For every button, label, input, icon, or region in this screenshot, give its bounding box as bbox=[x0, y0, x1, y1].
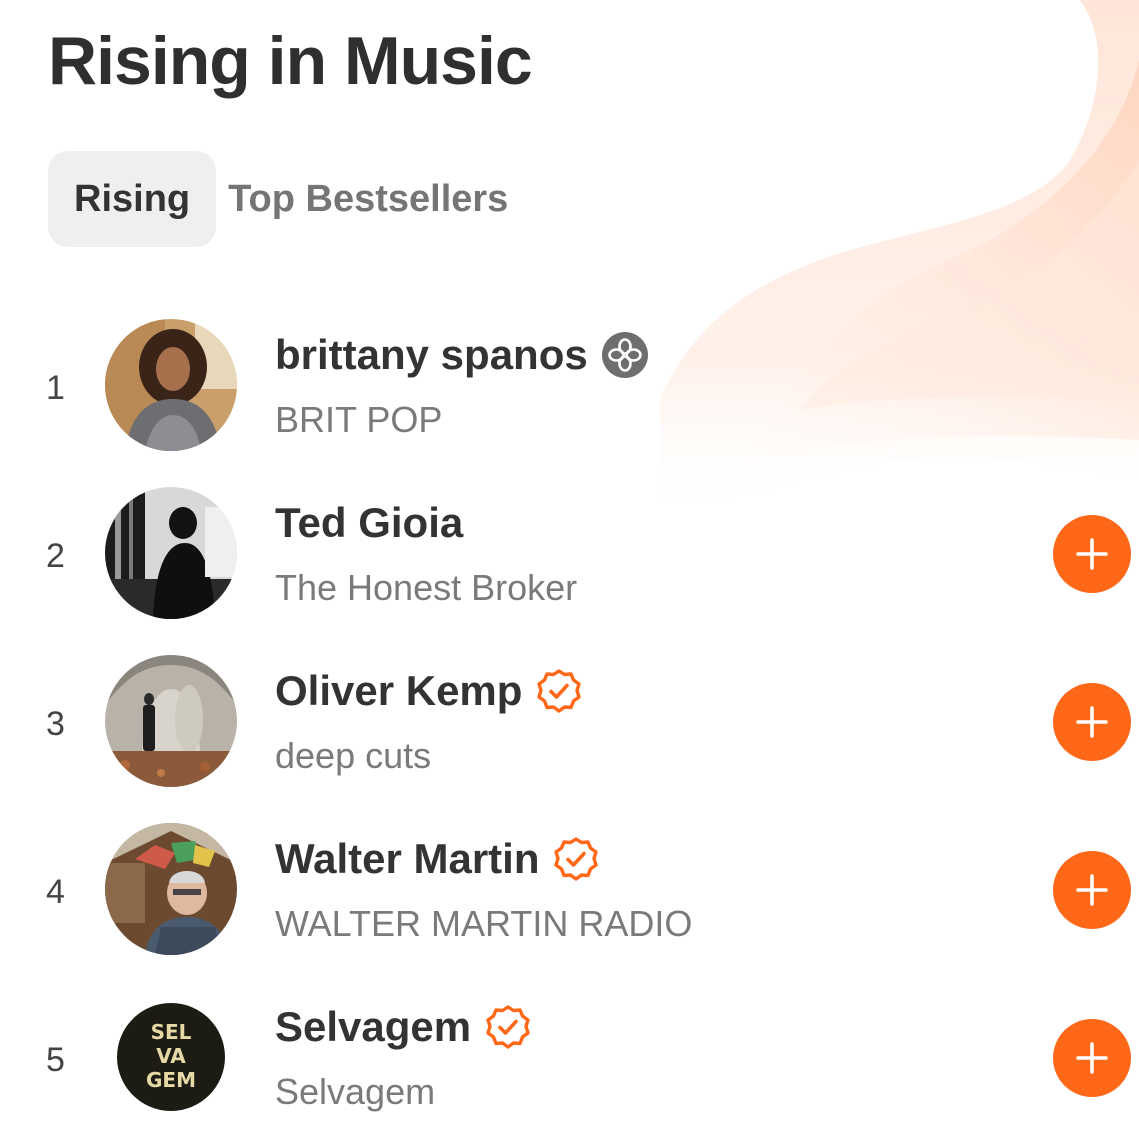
rank-number: 5 bbox=[46, 1041, 65, 1079]
list-item[interactable]: 3 Oliver Kemp deep cuts bbox=[0, 655, 1139, 823]
tab-rising[interactable]: Rising bbox=[48, 151, 217, 247]
author-name[interactable]: Ted Gioia bbox=[275, 499, 463, 547]
publication-name: deep cuts bbox=[275, 735, 432, 776]
tab-bar: Rising Top Bestsellers bbox=[48, 151, 534, 247]
author-name[interactable]: Walter Martin bbox=[275, 835, 539, 883]
name-line: Ted Gioia bbox=[275, 499, 463, 547]
avatar[interactable] bbox=[105, 319, 237, 451]
rank-number: 4 bbox=[46, 873, 65, 911]
name-line: brittany spanos bbox=[275, 331, 648, 379]
plus-icon bbox=[1076, 706, 1108, 738]
publication-name: The Honest Broker bbox=[275, 567, 578, 608]
author-name[interactable]: Selvagem bbox=[275, 1003, 471, 1051]
bestseller-flower-icon bbox=[601, 332, 648, 378]
name-line: Walter Martin bbox=[275, 835, 599, 883]
avatar[interactable] bbox=[105, 655, 237, 787]
plus-icon bbox=[1076, 874, 1108, 906]
page-title: Rising in Music bbox=[48, 23, 533, 99]
verified-check-icon bbox=[486, 1005, 530, 1049]
avatar[interactable] bbox=[105, 487, 237, 619]
rank-number: 2 bbox=[46, 537, 65, 575]
author-name[interactable]: Oliver Kemp bbox=[275, 667, 522, 715]
publication-name: WALTER MARTIN RADIO bbox=[275, 903, 693, 944]
avatar[interactable]: SEL VA GEM bbox=[105, 991, 237, 1123]
publication-name: BRIT POP bbox=[275, 399, 443, 440]
list-item[interactable]: 1 brittany spanos BRIT POP bbox=[0, 319, 1139, 487]
name-line: Selvagem bbox=[275, 1003, 531, 1051]
follow-button[interactable] bbox=[1053, 515, 1131, 593]
list-item[interactable]: 2 Ted Gioia The Honest Broker bbox=[0, 487, 1139, 655]
verified-check-icon bbox=[537, 669, 582, 713]
author-name[interactable]: brittany spanos bbox=[275, 331, 588, 379]
avatar-logo-text: VA bbox=[156, 1044, 186, 1068]
name-line: Oliver Kemp bbox=[275, 667, 582, 715]
plus-icon bbox=[1076, 1042, 1108, 1074]
tab-top-bestsellers[interactable]: Top Bestsellers bbox=[216, 151, 534, 247]
list-item[interactable]: 5 SEL VA GEM Selvagem Selvagem bbox=[0, 991, 1139, 1142]
rank-number: 3 bbox=[46, 705, 65, 743]
follow-button[interactable] bbox=[1053, 851, 1131, 929]
plus-icon bbox=[1076, 538, 1108, 570]
rising-in-music-page: Rising in Music Rising Top Bestsellers 1… bbox=[0, 0, 1139, 1142]
publication-name: Selvagem bbox=[275, 1071, 436, 1112]
avatar-logo-text: GEM bbox=[146, 1068, 196, 1092]
list-item[interactable]: 4 Walter Martin WALTER MARTIN RADIO bbox=[0, 823, 1139, 991]
follow-button[interactable] bbox=[1053, 1019, 1131, 1097]
verified-check-icon bbox=[554, 837, 599, 881]
follow-button[interactable] bbox=[1053, 683, 1131, 761]
avatar[interactable] bbox=[105, 823, 237, 955]
rank-number: 1 bbox=[46, 369, 65, 407]
avatar-logo-text: SEL bbox=[151, 1020, 192, 1044]
